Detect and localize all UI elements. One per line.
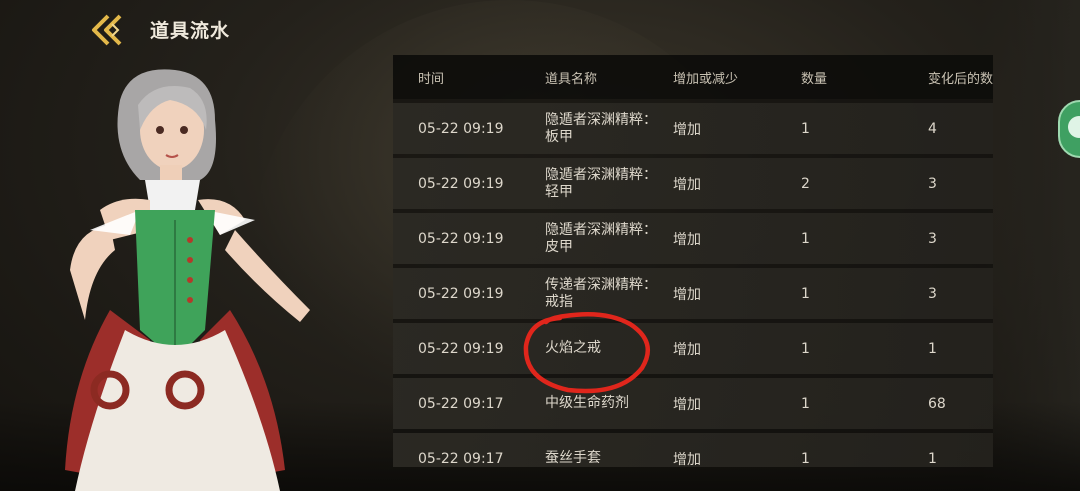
column-header-change: 增加或减少 (673, 71, 739, 87)
row-change: 增加 (673, 396, 701, 413)
row-item-name: 隐遁者深渊精粹：板甲 (545, 111, 657, 145)
row-quantity: 1 (801, 120, 810, 137)
row-item-name: 隐遁者深渊精粹：轻甲 (545, 166, 657, 200)
row-item-name: 火焰之戒 (545, 340, 601, 356)
table-row[interactable]: 05-22 09:19 火焰之戒 增加 1 1 (393, 323, 993, 374)
row-after-count: 68 (928, 395, 946, 412)
row-after-count: 3 (928, 230, 937, 247)
table-row[interactable]: 05-22 09:19 隐遁者深渊精粹：皮甲 增加 1 3 (393, 213, 993, 264)
table-header: 时间 道具名称 增加或减少 数量 变化后的数 (393, 55, 993, 99)
table-row[interactable]: 05-22 09:19 隐遁者深渊精粹：板甲 增加 1 4 (393, 103, 993, 154)
column-header-after-count: 变化后的数 (928, 71, 993, 87)
row-change: 增加 (673, 451, 701, 468)
row-after-count: 4 (928, 120, 937, 137)
row-time: 05-22 09:19 (418, 340, 504, 357)
character-illustration (65, 69, 310, 491)
table-row[interactable]: 05-22 09:17 蚕丝手套 增加 1 1 (393, 433, 993, 467)
column-header-item-name: 道具名称 (545, 71, 598, 87)
column-header-quantity: 数量 (801, 71, 828, 87)
row-change: 增加 (673, 121, 701, 138)
page-title: 道具流水 (150, 20, 231, 42)
row-quantity: 1 (801, 395, 810, 412)
row-item-name: 隐遁者深渊精粹：皮甲 (545, 221, 657, 255)
row-after-count: 3 (928, 285, 937, 302)
row-change: 增加 (673, 231, 701, 248)
row-change: 增加 (673, 176, 701, 193)
chevron-left-icon[interactable] (88, 10, 132, 50)
row-time: 05-22 09:17 (418, 395, 504, 412)
row-time: 05-22 09:19 (418, 285, 504, 302)
row-time: 05-22 09:19 (418, 230, 504, 247)
table-row[interactable]: 05-22 09:17 中级生命药剂 增加 1 68 (393, 378, 993, 429)
row-change: 增加 (673, 341, 701, 358)
table-row[interactable]: 05-22 09:19 传递者深渊精粹：戒指 增加 1 3 (393, 268, 993, 319)
column-header-time: 时间 (418, 71, 445, 87)
row-item-name: 中级生命药剂 (545, 395, 629, 411)
row-quantity: 1 (801, 285, 810, 302)
row-after-count: 1 (928, 450, 937, 467)
row-quantity: 1 (801, 230, 810, 247)
row-item-name: 蚕丝手套 (545, 450, 601, 466)
row-quantity: 1 (801, 340, 810, 357)
row-change: 增加 (673, 286, 701, 303)
row-after-count: 1 (928, 340, 937, 357)
row-time: 05-22 09:19 (418, 175, 504, 192)
row-quantity: 1 (801, 450, 810, 467)
table-row[interactable]: 05-22 09:19 隐遁者深渊精粹：轻甲 增加 2 3 (393, 158, 993, 209)
row-after-count: 3 (928, 175, 937, 192)
row-time: 05-22 09:19 (418, 120, 504, 137)
row-item-name: 传递者深渊精粹：戒指 (545, 276, 657, 310)
row-quantity: 2 (801, 175, 810, 192)
item-log-table[interactable]: 时间 道具名称 增加或减少 数量 变化后的数 05-22 09:19 隐遁者深渊… (393, 55, 993, 467)
row-time: 05-22 09:17 (418, 450, 504, 467)
